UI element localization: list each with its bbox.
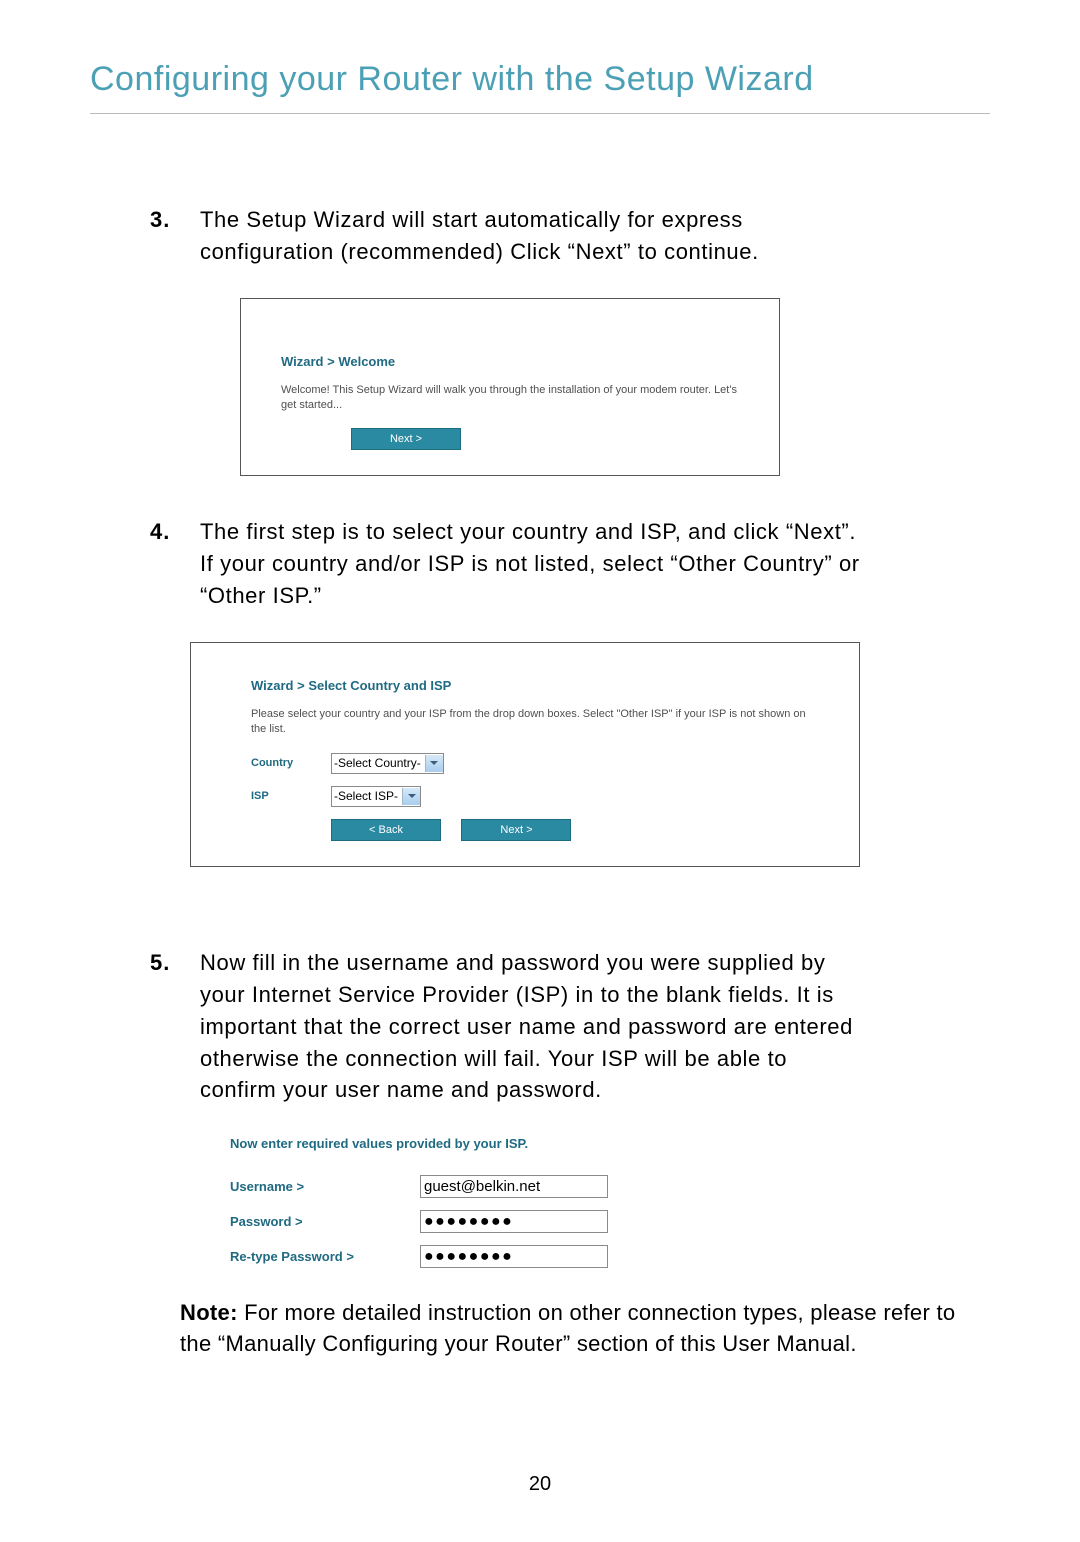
note-bold: Note:: [180, 1300, 238, 1325]
document-page: Configuring your Router with the Setup W…: [0, 0, 1080, 1542]
step-3-text: The Setup Wizard will start automaticall…: [200, 204, 870, 268]
wizard-welcome-title: Wizard > Welcome: [281, 354, 739, 369]
retype-password-label: Re-type Password >: [230, 1249, 420, 1264]
password-label: Password >: [230, 1214, 420, 1229]
wizard-country-isp-screenshot: Wizard > Select Country and ISP Please s…: [190, 642, 860, 867]
wizard-country-isp-desc: Please select your country and your ISP …: [251, 707, 819, 737]
isp-select-value: -Select ISP-: [334, 789, 402, 803]
next-button[interactable]: Next >: [351, 428, 461, 450]
step-5-number: 5.: [150, 947, 200, 1106]
isp-credentials-panel: Now enter required values provided by yo…: [230, 1136, 990, 1268]
password-row: Password > ●●●●●●●●: [230, 1210, 990, 1233]
country-select-value: -Select Country-: [334, 756, 425, 770]
password-value: ●●●●●●●●: [424, 1214, 513, 1230]
step-5-text: Now fill in the username and password yo…: [200, 947, 870, 1106]
wizard-welcome-desc: Welcome! This Setup Wizard will walk you…: [281, 383, 739, 413]
username-label: Username >: [230, 1179, 420, 1194]
username-input[interactable]: guest@belkin.net: [420, 1175, 608, 1198]
username-value: guest@belkin.net: [424, 1178, 540, 1195]
wizard-country-isp-title: Wizard > Select Country and ISP: [251, 678, 819, 693]
country-select[interactable]: -Select Country-: [331, 753, 444, 774]
chevron-down-icon: [425, 755, 443, 772]
isp-credentials-title: Now enter required values provided by yo…: [230, 1136, 990, 1151]
step-3: 3. The Setup Wizard will start automatic…: [150, 204, 990, 268]
chevron-down-icon: [402, 788, 420, 805]
page-number: 20: [0, 1473, 1080, 1496]
step-4-text: The first step is to select your country…: [200, 516, 870, 612]
next-button[interactable]: Next >: [461, 819, 571, 841]
isp-row: ISP -Select ISP-: [251, 786, 819, 807]
retype-password-value: ●●●●●●●●: [424, 1249, 513, 1265]
country-row: Country -Select Country-: [251, 753, 819, 774]
page-title: Configuring your Router with the Setup W…: [90, 60, 990, 114]
wizard-welcome-screenshot: Wizard > Welcome Welcome! This Setup Wiz…: [240, 298, 780, 477]
username-row: Username > guest@belkin.net: [230, 1175, 990, 1198]
note-paragraph: Note: For more detailed instruction on o…: [180, 1298, 990, 1360]
note-text: For more detailed instruction on other c…: [180, 1300, 955, 1356]
password-input[interactable]: ●●●●●●●●: [420, 1210, 608, 1233]
isp-select[interactable]: -Select ISP-: [331, 786, 421, 807]
country-label: Country: [251, 757, 331, 769]
back-button[interactable]: < Back: [331, 819, 441, 841]
isp-label: ISP: [251, 790, 331, 802]
step-4-number: 4.: [150, 516, 200, 612]
retype-password-input[interactable]: ●●●●●●●●: [420, 1245, 608, 1268]
step-3-number: 3.: [150, 204, 200, 268]
step-5: 5. Now fill in the username and password…: [150, 947, 990, 1106]
step-4: 4. The first step is to select your coun…: [150, 516, 990, 612]
retype-password-row: Re-type Password > ●●●●●●●●: [230, 1245, 990, 1268]
